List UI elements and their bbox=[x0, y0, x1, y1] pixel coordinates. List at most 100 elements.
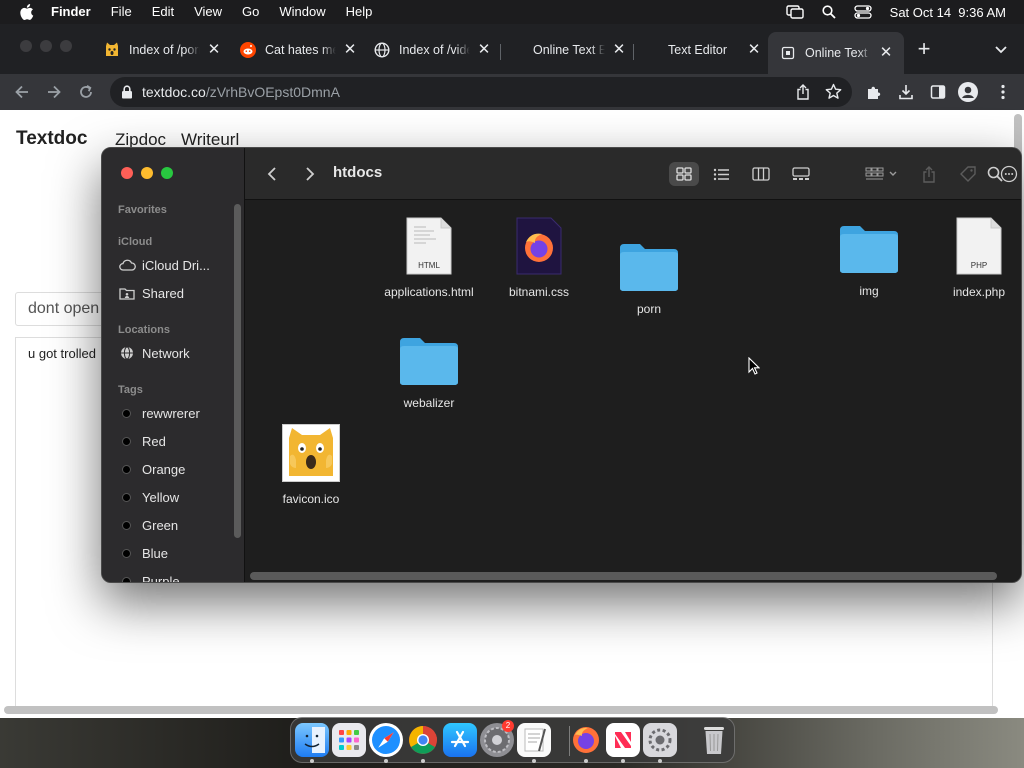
browser-close-light[interactable] bbox=[20, 40, 32, 52]
file-item-favicon-ico[interactable]: favicon.ico bbox=[256, 422, 366, 506]
finder-close-button[interactable] bbox=[121, 167, 133, 179]
tab-close-icon[interactable]: ✕ bbox=[476, 42, 492, 58]
browser-minimize-light[interactable] bbox=[40, 40, 52, 52]
dock-app-store-icon[interactable] bbox=[443, 723, 477, 757]
profile-avatar-icon[interactable] bbox=[958, 82, 978, 102]
finder-minimize-button[interactable] bbox=[141, 167, 153, 179]
cat-emoji-icon bbox=[104, 42, 120, 58]
share-icon[interactable] bbox=[919, 162, 939, 186]
finder-zoom-button[interactable] bbox=[161, 167, 173, 179]
download-icon[interactable] bbox=[896, 82, 916, 102]
tab-index-porn[interactable]: Index of /porn ✕ bbox=[104, 35, 222, 65]
tab-close-icon[interactable]: ✕ bbox=[878, 45, 894, 61]
sidebar-item-network[interactable]: Network bbox=[118, 342, 190, 364]
dock-finder-icon[interactable] bbox=[295, 723, 329, 757]
globe-icon bbox=[118, 346, 136, 360]
site-logo[interactable]: Textdoc bbox=[16, 128, 87, 150]
tab-close-icon[interactable]: ✕ bbox=[746, 42, 762, 58]
file-item-applications-html[interactable]: HTML applications.html bbox=[374, 215, 484, 299]
tab-search-chevron-icon[interactable] bbox=[994, 42, 1008, 60]
forward-chevron-icon[interactable] bbox=[301, 162, 319, 186]
screen-mirroring-icon[interactable] bbox=[785, 5, 804, 19]
file-item-bitnami-css[interactable]: bitnami.css bbox=[484, 215, 594, 299]
tab-text-editor[interactable]: Text Editor ✕ bbox=[668, 35, 762, 65]
page-horizontal-scrollbar[interactable] bbox=[4, 706, 998, 714]
menu-view[interactable]: View bbox=[194, 0, 222, 24]
menu-clock[interactable]: Sat Oct 14 9:36 AM bbox=[890, 5, 1006, 20]
column-view-icon[interactable] bbox=[747, 162, 775, 186]
control-center-icon[interactable] bbox=[854, 5, 872, 19]
folder-item-webalizer[interactable]: webalizer bbox=[374, 330, 484, 410]
side-panel-icon[interactable] bbox=[928, 82, 948, 102]
sidebar-tag-purple[interactable]: Purple bbox=[118, 570, 180, 582]
dock-textedit-icon[interactable] bbox=[517, 723, 551, 757]
share-icon[interactable] bbox=[796, 84, 810, 103]
tab-close-icon[interactable]: ✕ bbox=[206, 42, 222, 58]
tab-close-icon[interactable]: ✕ bbox=[342, 42, 358, 58]
tab-close-icon[interactable]: ✕ bbox=[611, 42, 627, 58]
back-chevron-icon[interactable] bbox=[263, 162, 281, 186]
browser-menu-kebab-icon[interactable] bbox=[993, 82, 1013, 102]
dock-firefox-icon[interactable] bbox=[569, 723, 603, 757]
address-bar[interactable]: textdoc.co/zVrhBvOEpst0DmnA bbox=[110, 77, 852, 107]
menu-go[interactable]: Go bbox=[242, 0, 259, 24]
tag-icon[interactable] bbox=[957, 162, 979, 186]
gallery-view-icon[interactable] bbox=[787, 162, 815, 186]
sidebar-tag-yellow[interactable]: Yellow bbox=[118, 486, 179, 508]
dock-safari-icon[interactable] bbox=[369, 723, 403, 757]
menu-edit[interactable]: Edit bbox=[152, 0, 174, 24]
group-by-icon[interactable] bbox=[863, 162, 901, 186]
spotlight-search-icon[interactable] bbox=[822, 5, 836, 19]
dock-launchpad-icon[interactable] bbox=[332, 723, 366, 757]
menu-window[interactable]: Window bbox=[279, 0, 325, 24]
folder-icon bbox=[374, 330, 484, 386]
tab-online-text-editor-active[interactable]: Online Text Editor ✕ bbox=[768, 32, 904, 74]
dock-system-settings-icon[interactable] bbox=[643, 723, 677, 757]
sidebar-tag-orange[interactable]: Orange bbox=[118, 458, 185, 480]
tab-index-videos[interactable]: Index of /videos ✕ bbox=[374, 35, 492, 65]
sidebar-section-favorites[interactable]: Favorites bbox=[118, 204, 167, 216]
menu-bar: Finder File Edit View Go Window Help Sat… bbox=[0, 0, 1024, 24]
list-view-icon[interactable] bbox=[707, 162, 735, 186]
back-arrow-icon[interactable] bbox=[10, 80, 34, 104]
dock-system-preferences-icon[interactable]: 2 bbox=[480, 720, 514, 757]
sidebar-section-tags[interactable]: Tags bbox=[118, 384, 143, 396]
folder-item-img[interactable]: img bbox=[814, 218, 924, 298]
folder-item-porn[interactable]: porn bbox=[594, 236, 704, 316]
browser-zoom-light[interactable] bbox=[60, 40, 72, 52]
finder-search-icon[interactable] bbox=[985, 162, 1005, 186]
dock-running-indicator bbox=[532, 759, 536, 763]
apple-menu-icon[interactable] bbox=[19, 4, 35, 20]
sidebar-item-icloud-drive[interactable]: iCloud Dri... bbox=[118, 254, 210, 276]
tab-cat-hates-me[interactable]: Cat hates me ✕ bbox=[240, 35, 358, 65]
lock-icon[interactable] bbox=[121, 85, 133, 99]
reload-icon[interactable] bbox=[74, 80, 98, 104]
icon-view-grid-icon[interactable] bbox=[669, 162, 699, 186]
menu-app-name[interactable]: Finder bbox=[51, 0, 91, 24]
file-item-index-php[interactable]: PHP index.php bbox=[924, 215, 1021, 299]
sidebar-scrollbar[interactable] bbox=[234, 204, 241, 538]
dock-chrome-icon[interactable] bbox=[406, 723, 440, 757]
file-name: porn bbox=[636, 302, 662, 316]
bookmark-star-icon[interactable] bbox=[825, 83, 842, 103]
tag-label: Red bbox=[142, 433, 166, 449]
menu-file[interactable]: File bbox=[111, 0, 132, 24]
extensions-puzzle-icon[interactable] bbox=[864, 82, 884, 102]
tab-separator bbox=[633, 44, 634, 60]
dock-news-icon[interactable] bbox=[606, 723, 640, 757]
sidebar-section-locations[interactable]: Locations bbox=[118, 324, 170, 336]
sidebar-tag-blue[interactable]: Blue bbox=[118, 542, 168, 564]
sidebar-item-shared[interactable]: Shared bbox=[118, 282, 184, 304]
sidebar-tag-green[interactable]: Green bbox=[118, 514, 178, 536]
new-tab-plus-icon[interactable]: + bbox=[914, 38, 934, 60]
notification-badge: 2 bbox=[502, 720, 514, 732]
sidebar-section-icloud[interactable]: iCloud bbox=[118, 236, 152, 248]
tab-online-text-editor[interactable]: Online Text Editor ✕ bbox=[533, 35, 627, 65]
sidebar-tag-rewwrerer[interactable]: rewwrerer bbox=[118, 402, 200, 424]
finder-horizontal-scrollbar[interactable] bbox=[250, 572, 997, 580]
dock-trash-icon[interactable] bbox=[697, 723, 731, 757]
sidebar-tag-red[interactable]: Red bbox=[118, 430, 166, 452]
tab-title: Cat hates me bbox=[265, 43, 336, 57]
menu-help[interactable]: Help bbox=[346, 0, 373, 24]
forward-arrow-icon[interactable] bbox=[42, 80, 66, 104]
